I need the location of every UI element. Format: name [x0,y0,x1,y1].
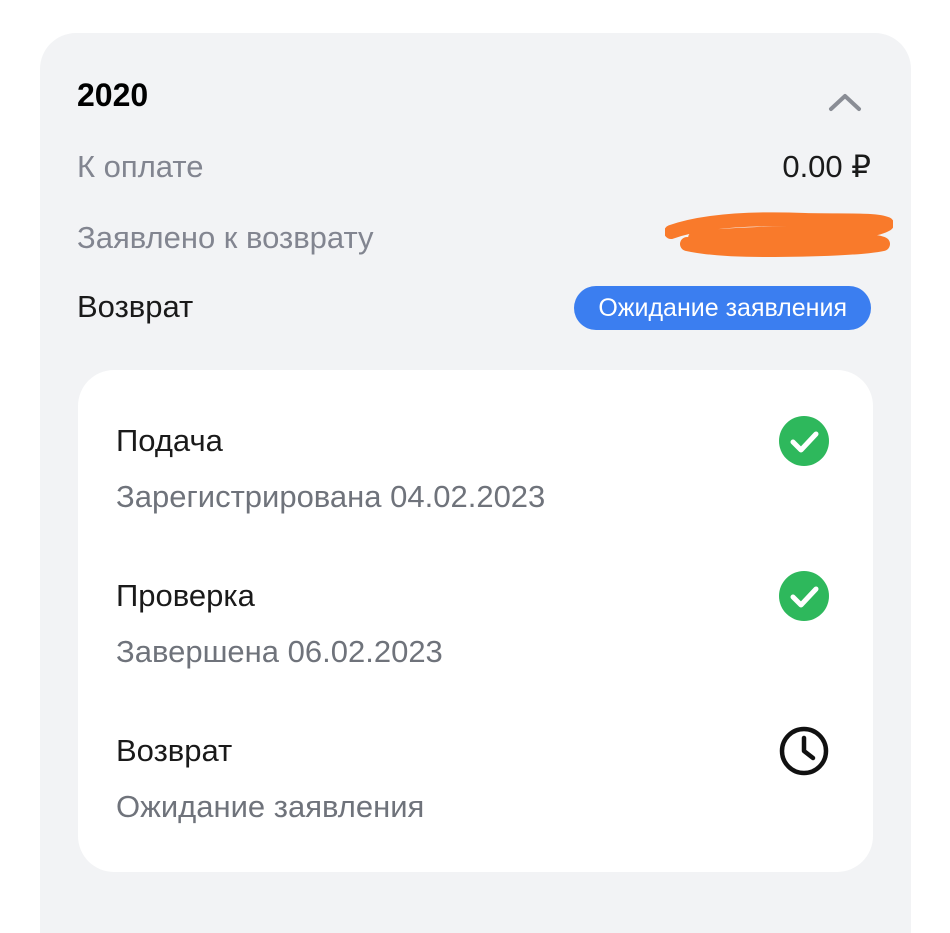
step-title: Проверка [116,578,255,613]
claimed-refund-label: Заявлено к возврату [77,220,374,255]
step-subtitle: Завершена 06.02.2023 [116,634,443,669]
redaction-scribble [665,212,893,257]
step-subtitle: Зарегистрирована 04.02.2023 [116,479,546,514]
check-circle-icon [779,571,829,621]
to-pay-label: К оплате [77,149,204,184]
refund-status-badge: Ожидание заявления [574,286,871,330]
clock-icon [779,726,829,776]
year-title: 2020 [77,77,149,113]
check-circle-icon [779,416,829,466]
step-title: Подача [116,423,223,458]
step-subtitle: Ожидание заявления [116,789,425,824]
tax-year-card: 2020 К оплате 0.00 ₽ Заявлено к возврату… [40,33,911,933]
refund-label: Возврат [77,289,194,324]
chevron-up-icon[interactable] [825,87,865,115]
to-pay-value: 0.00 ₽ [782,149,871,184]
refund-steps-panel: Подача Зарегистрирована 04.02.2023 Прове… [78,370,873,872]
step-title: Возврат [116,733,233,768]
